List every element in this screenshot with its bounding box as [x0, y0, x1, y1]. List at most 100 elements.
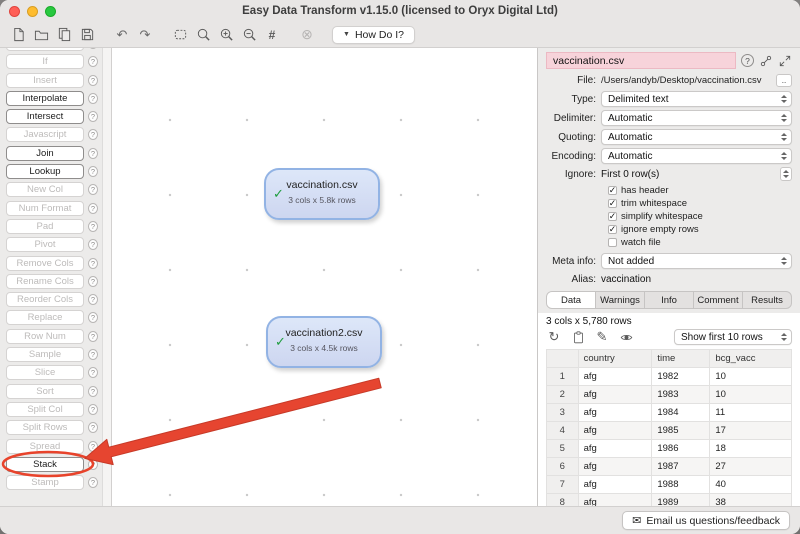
sidebar-row: Javascript ?: [6, 127, 98, 142]
meta-info-popup[interactable]: Not added: [601, 253, 792, 269]
canvas-node-vaccination-csv[interactable]: ✓ vaccination.csv 3 cols x 5.8k rows: [264, 168, 380, 220]
show-rows-popup[interactable]: Show first 10 rows: [674, 329, 792, 345]
help-icon[interactable]: ?: [88, 459, 98, 470]
chevron-updown-icon: [781, 152, 787, 160]
zoom-tool-button[interactable]: [193, 25, 213, 45]
file-options-form: Type: Delimited text Delimiter: Automati…: [546, 91, 792, 167]
popup-delimiter-[interactable]: Automatic: [601, 110, 792, 126]
redo-button[interactable]: ↷: [135, 25, 155, 45]
checkbox-ignore-empty-rows[interactable]: ✓ ignore empty rows: [608, 223, 792, 235]
open-folder-button[interactable]: [31, 25, 51, 45]
tab-info[interactable]: Info: [645, 292, 694, 308]
help-icon[interactable]: ?: [88, 129, 98, 140]
table-row: 3afg198411: [547, 404, 792, 422]
browse-button[interactable]: ..: [776, 74, 792, 87]
help-icon[interactable]: ?: [88, 386, 98, 397]
refresh-button[interactable]: ↻: [546, 329, 562, 345]
canvas-node-vaccination2-csv[interactable]: ✓ vaccination2.csv 3 cols x 4.5k rows: [266, 316, 382, 368]
sidebar-item-interpolate[interactable]: Interpolate: [6, 91, 84, 106]
close-window-button[interactable]: [9, 6, 20, 17]
tab-warnings[interactable]: Warnings: [596, 292, 645, 308]
column-header-country[interactable]: country: [578, 350, 652, 368]
popup-encoding-[interactable]: Automatic: [601, 148, 792, 164]
cancel-button[interactable]: ⊗: [297, 25, 317, 45]
table-row: 1afg198210: [547, 368, 792, 386]
checkbox-simplify-whitespace[interactable]: ✓ simplify whitespace: [608, 210, 792, 222]
help-icon[interactable]: ?: [88, 239, 98, 250]
sidebar-scrollbar[interactable]: [102, 48, 112, 506]
help-icon[interactable]: ?: [88, 221, 98, 232]
help-icon[interactable]: ?: [88, 56, 98, 67]
help-icon[interactable]: ?: [88, 477, 98, 488]
help-icon[interactable]: ?: [88, 367, 98, 378]
sidebar-item-join[interactable]: Join: [6, 146, 84, 161]
checkbox-trim-whitespace[interactable]: ✓ trim whitespace: [608, 197, 792, 209]
link-icon[interactable]: [759, 54, 773, 68]
zoom-in-button[interactable]: [216, 25, 236, 45]
sidebar-item-slice: Slice: [6, 365, 84, 380]
magnifier-icon: [196, 27, 211, 42]
ignore-stepper[interactable]: [780, 167, 792, 181]
check-icon: ✓: [273, 186, 284, 202]
help-icon[interactable]: ?: [88, 75, 98, 86]
table-cell: 11: [710, 404, 792, 422]
column-header-time[interactable]: time: [652, 350, 710, 368]
tab-comment[interactable]: Comment: [694, 292, 743, 308]
zoom-out-button[interactable]: [239, 25, 259, 45]
help-icon[interactable]: ?: [88, 312, 98, 323]
help-icon[interactable]: ?: [88, 93, 98, 104]
help-icon[interactable]: ?: [741, 54, 754, 67]
sidebar-item-insert: Insert: [6, 73, 84, 88]
help-icon[interactable]: ?: [88, 203, 98, 214]
help-icon[interactable]: ?: [88, 148, 98, 159]
help-icon[interactable]: ?: [88, 404, 98, 415]
column-header-bcg-vacc[interactable]: bcg_vacc: [710, 350, 792, 368]
expand-icon[interactable]: [778, 54, 792, 68]
help-icon[interactable]: ?: [88, 258, 98, 269]
sidebar-row: Lookup ?: [6, 164, 98, 179]
help-icon[interactable]: ?: [88, 111, 98, 122]
new-document-button[interactable]: [8, 25, 28, 45]
save-button[interactable]: [77, 25, 97, 45]
sidebar-item-lookup[interactable]: Lookup: [6, 164, 84, 179]
edit-button[interactable]: ✎: [594, 329, 610, 345]
sidebar-item-row-num: Row Num: [6, 329, 84, 344]
selected-node-name[interactable]: vaccination.csv: [546, 52, 736, 69]
help-icon[interactable]: ?: [88, 422, 98, 433]
view-button[interactable]: [618, 329, 634, 345]
alias-label: Alias:: [546, 274, 596, 285]
email-feedback-button[interactable]: ✉ Email us questions/feedback: [622, 511, 790, 530]
sidebar-row: Row Num ?: [6, 329, 98, 344]
checkbox-has-header[interactable]: ✓ has header: [608, 184, 792, 196]
toggle-grid-button[interactable]: #: [262, 25, 282, 45]
copy-button[interactable]: [570, 329, 586, 345]
help-icon[interactable]: ?: [88, 48, 98, 49]
undo-icon: ↶: [117, 27, 128, 43]
add-files-button[interactable]: [54, 25, 74, 45]
how-do-i-button[interactable]: ▼ How Do I?: [332, 26, 415, 44]
sidebar-row: Spread ?: [6, 439, 98, 454]
minimize-window-button[interactable]: [27, 6, 38, 17]
workflow-canvas[interactable]: ✓ vaccination.csv 3 cols x 5.8k rows ✓ v…: [112, 48, 538, 506]
help-icon[interactable]: ?: [88, 166, 98, 177]
sidebar-item-stack[interactable]: Stack: [6, 457, 84, 472]
caret-down-icon: ▼: [343, 31, 350, 38]
help-icon[interactable]: ?: [88, 294, 98, 305]
sidebar-item-intersect[interactable]: Intersect: [6, 109, 84, 124]
tab-data[interactable]: Data: [547, 292, 596, 308]
help-icon[interactable]: ?: [88, 349, 98, 360]
help-icon[interactable]: ?: [88, 184, 98, 195]
tab-results[interactable]: Results: [743, 292, 791, 308]
popup-type-[interactable]: Delimited text: [601, 91, 792, 107]
popup-quoting-[interactable]: Automatic: [601, 129, 792, 145]
select-tool-button[interactable]: [170, 25, 190, 45]
sidebar-item-header: Header: [6, 48, 84, 51]
checkbox-watch-file[interactable]: watch file: [608, 236, 792, 248]
row-number: 2: [547, 386, 579, 404]
help-icon[interactable]: ?: [88, 331, 98, 342]
zoom-window-button[interactable]: [45, 6, 56, 17]
checkbox-icon: ✓: [608, 186, 617, 195]
undo-button[interactable]: ↶: [112, 25, 132, 45]
help-icon[interactable]: ?: [88, 276, 98, 287]
help-icon[interactable]: ?: [88, 441, 98, 452]
